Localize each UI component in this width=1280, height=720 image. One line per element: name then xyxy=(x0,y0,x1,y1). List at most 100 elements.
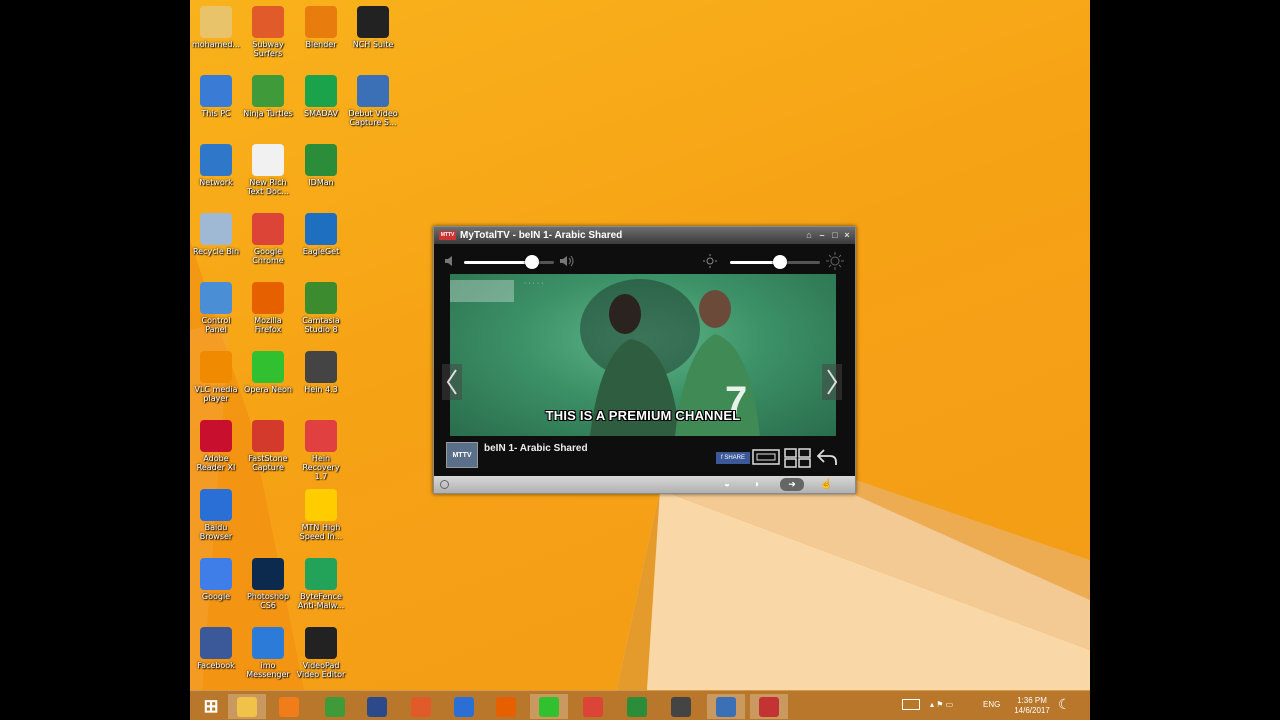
desktop-icon-label: VLC media player xyxy=(194,385,238,403)
desktop-icon[interactable]: Ninja Turtles xyxy=(242,73,294,137)
desktop-icon[interactable]: Camtasia Studio 8 xyxy=(295,280,347,344)
pin-icon[interactable]: ⌂ xyxy=(804,229,814,241)
desktop-icon[interactable]: VideoPad Video Editor xyxy=(295,625,347,689)
desktop-icon-label: New Rich Text Doc... xyxy=(247,178,289,196)
desktop-icon[interactable]: Blender xyxy=(295,4,347,68)
forward-icon[interactable]: ➜ xyxy=(780,478,804,491)
desktop-icon[interactable]: EagleGet xyxy=(295,211,347,275)
desktop-icon[interactable]: NCH Suite xyxy=(347,4,399,68)
pointer-icon[interactable]: ☝ xyxy=(820,479,832,490)
mytotaltv-window[interactable]: MTTV MyTotalTV - beIN 1- Arabic Shared ⌂… xyxy=(433,226,856,494)
rabbit-icon[interactable]: ◗ xyxy=(754,479,760,490)
desktop-icon[interactable]: ByteFence Anti-Malw... xyxy=(295,556,347,620)
desktop-icon[interactable]: IDMan xyxy=(295,142,347,206)
mytotaltv-logo-icon: MTTV xyxy=(439,231,456,240)
desktop-icon[interactable]: FastStone Capture xyxy=(242,418,294,482)
maximize-button[interactable]: □ xyxy=(830,229,840,241)
taskbar-item[interactable] xyxy=(530,694,568,719)
player-body: 7 · · · · · THIS IS A PREMIUM CHANNEL MT… xyxy=(434,244,855,476)
debut-video-icon xyxy=(716,696,736,717)
bytefence-icon xyxy=(305,558,337,590)
minimize-button[interactable]: – xyxy=(817,229,827,241)
network-icon xyxy=(200,144,232,176)
desktop-icon[interactable]: Debut Video Capture S... xyxy=(347,73,399,137)
turtle-slow-icon[interactable]: ◒ xyxy=(724,479,730,490)
previous-channel-icon[interactable] xyxy=(442,364,462,400)
hein-icon xyxy=(671,696,691,717)
desktop-icon-label: IDMan xyxy=(308,178,334,187)
aspect-ratio-icon[interactable] xyxy=(752,448,780,466)
desktop-icon[interactable]: Hein 4.3 xyxy=(295,349,347,413)
window-title: MyTotalTV - beIN 1- Arabic Shared xyxy=(460,230,623,241)
desktop-icon[interactable]: Adobe Reader XI xyxy=(190,418,242,482)
taskbar-item[interactable] xyxy=(445,694,483,719)
desktop-icon[interactable]: Subway Surfers xyxy=(242,4,294,68)
taskbar-item[interactable] xyxy=(487,694,525,719)
keyboard-icon[interactable] xyxy=(902,699,920,710)
channel-grid-icon[interactable] xyxy=(784,448,812,468)
video-display[interactable]: 7 · · · · · THIS IS A PREMIUM CHANNEL xyxy=(450,274,836,436)
desktop-icon[interactable]: Mozilla Firefox xyxy=(242,280,294,344)
desktop-icon[interactable]: MTN High Speed In... xyxy=(295,487,347,551)
desktop-icon[interactable]: SMADAV xyxy=(295,73,347,137)
close-button[interactable]: × xyxy=(842,229,852,241)
desktop-icon[interactable]: Opera Neon xyxy=(242,349,294,413)
debut-video-icon xyxy=(357,75,389,107)
nch-suite-icon xyxy=(357,6,389,38)
notification-area-icon[interactable]: ▴ ⚑ ▭ xyxy=(930,700,953,709)
taskbar-item[interactable] xyxy=(402,694,440,719)
desktop-icon[interactable]: Recycle Bin xyxy=(190,211,242,275)
taskbar-item[interactable] xyxy=(228,694,266,719)
next-channel-icon[interactable] xyxy=(822,364,842,400)
volume-slider[interactable] xyxy=(464,261,554,264)
power-icon[interactable] xyxy=(440,480,449,489)
language-indicator[interactable]: ENG xyxy=(983,700,1000,709)
desktop-icon-label: MTN High Speed In... xyxy=(299,523,343,541)
desktop-icon-label: Hein 4.3 xyxy=(304,385,338,394)
taskbar-item[interactable] xyxy=(662,694,700,719)
desktop-icon[interactable]: Google Chrome xyxy=(242,211,294,275)
desktop-icon[interactable]: VLC media player xyxy=(190,349,242,413)
taskbar-item[interactable] xyxy=(574,694,612,719)
taskbar-item[interactable] xyxy=(316,694,354,719)
action-center-icon[interactable]: ☾ xyxy=(1058,696,1071,713)
taskbar: ⊞ ▴ ⚑ ▭ ENG 1:36 PM 14/6/2017 ☾ xyxy=(190,690,1090,720)
taskbar-item[interactable] xyxy=(707,694,745,719)
desktop-icon[interactable]: This PC xyxy=(190,73,242,137)
clock[interactable]: 1:36 PM 14/6/2017 xyxy=(1008,696,1056,716)
brightness-low-icon[interactable] xyxy=(702,253,718,269)
desktop-icon[interactable]: imo Messenger xyxy=(242,625,294,689)
desktop-icon[interactable]: Google xyxy=(190,556,242,620)
brightness-slider-knob[interactable] xyxy=(772,255,787,269)
desktop-icon-label: Baidu Browser xyxy=(199,523,233,541)
brightness-high-icon[interactable] xyxy=(826,252,844,270)
window-title-bar[interactable]: MTTV MyTotalTV - beIN 1- Arabic Shared ⌂… xyxy=(434,227,855,244)
taskbar-item[interactable]: ⊞ xyxy=(192,694,230,719)
ninja-turtles-icon xyxy=(252,75,284,107)
firefox-icon xyxy=(252,282,284,314)
hein-icon xyxy=(305,351,337,383)
desktop-icon-label: Adobe Reader XI xyxy=(196,454,236,472)
desktop-icon-label: Ninja Turtles xyxy=(243,109,293,118)
taskbar-item[interactable] xyxy=(358,694,396,719)
desktop-icon-label: Camtasia Studio 8 xyxy=(302,316,340,334)
volume-slider-knob[interactable] xyxy=(524,255,539,269)
share-label: SHARE xyxy=(724,455,745,461)
clock-date: 14/6/2017 xyxy=(1014,706,1050,715)
desktop-icon[interactable]: New Rich Text Doc... xyxy=(242,142,294,206)
hein-recovery-icon xyxy=(305,420,337,452)
speaker-loud-icon[interactable] xyxy=(559,254,575,268)
taskbar-item[interactable] xyxy=(750,694,788,719)
desktop-icon[interactable]: mohamed... xyxy=(190,4,242,68)
facebook-share-button[interactable]: f SHARE xyxy=(716,452,750,464)
desktop-icon[interactable]: Baidu Browser xyxy=(190,487,242,551)
desktop-icon[interactable]: Hein Recovery 1.7 xyxy=(295,418,347,482)
desktop-icon[interactable]: Facebook xyxy=(190,625,242,689)
desktop-icon[interactable]: Control Panel xyxy=(190,280,242,344)
taskbar-item[interactable] xyxy=(618,694,656,719)
speaker-mute-icon[interactable] xyxy=(444,255,456,267)
taskbar-item[interactable] xyxy=(270,694,308,719)
back-icon[interactable] xyxy=(816,447,838,467)
desktop-icon[interactable]: Network xyxy=(190,142,242,206)
desktop-icon[interactable]: Photoshop CS6 xyxy=(242,556,294,620)
